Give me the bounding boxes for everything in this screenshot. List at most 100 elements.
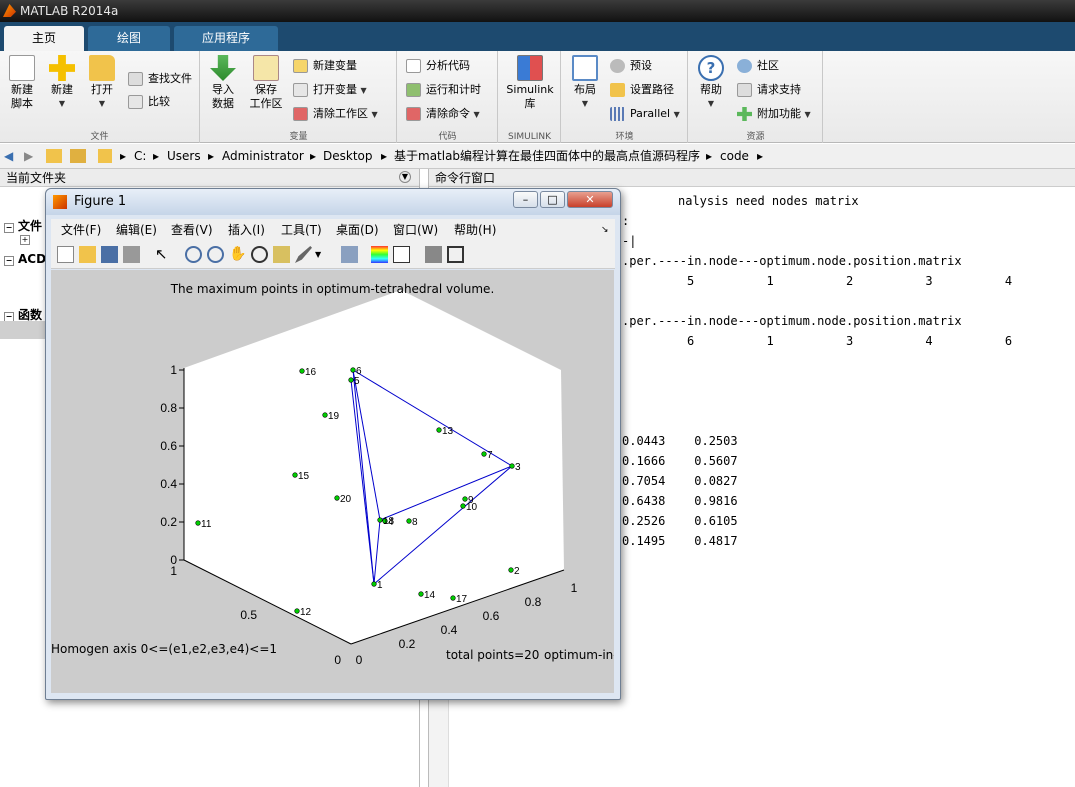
menu-help[interactable]: 帮助(H) bbox=[454, 219, 496, 241]
pointer-icon[interactable]: ↖ bbox=[155, 246, 172, 263]
import-data-button[interactable]: 导入 数据 bbox=[207, 55, 239, 111]
new-figure-icon[interactable] bbox=[57, 246, 74, 263]
close-button[interactable]: ✕ bbox=[567, 191, 613, 208]
clear-workspace-button[interactable]: 清除工作区 ▼ bbox=[293, 104, 378, 124]
simulink-library-button[interactable]: Simulink 库 bbox=[505, 55, 555, 111]
print-icon[interactable] bbox=[123, 246, 140, 263]
find-files-button[interactable]: 查找文件 bbox=[128, 69, 192, 89]
figure-canvas[interactable]: 1 3 4 5 6 7 8 9 10 11 12 13 14 15 16 17 18 19 20 2 0 0.2 0.4 0… bbox=[51, 270, 614, 693]
forward-arrow-icon[interactable]: ▶ bbox=[24, 144, 33, 169]
data-point bbox=[322, 412, 328, 418]
point-label: 17 bbox=[456, 594, 468, 605]
rotate-3d-icon[interactable] bbox=[251, 246, 268, 263]
link-plot-icon[interactable] bbox=[341, 246, 358, 263]
brush-icon[interactable] bbox=[295, 246, 312, 263]
save-icon[interactable] bbox=[101, 246, 118, 263]
prefs-label: 预设 bbox=[630, 59, 652, 72]
request-support-label: 请求支持 bbox=[757, 83, 801, 96]
point-label: 19 bbox=[328, 411, 340, 422]
gear-icon bbox=[610, 59, 625, 73]
tick-label: 1 bbox=[170, 564, 177, 578]
menu-file[interactable]: 文件(F) bbox=[61, 219, 101, 241]
data-point bbox=[294, 608, 300, 614]
hide-plot-tools-icon[interactable] bbox=[425, 246, 442, 263]
figure-window[interactable]: Figure 1 – □ ✕ 文件(F) 编辑(E) 查看(V) 插入(I) 工… bbox=[45, 188, 621, 700]
data-point bbox=[292, 472, 298, 478]
open-file-icon[interactable] bbox=[79, 246, 96, 263]
clear-commands-button[interactable]: 清除命令 ▼ bbox=[406, 104, 480, 124]
zoom-out-icon[interactable] bbox=[207, 246, 224, 263]
minimize-button[interactable]: – bbox=[513, 191, 538, 208]
menu-tools[interactable]: 工具(T) bbox=[281, 219, 322, 241]
new-button[interactable]: 新建 ▼ bbox=[46, 55, 78, 111]
breadcrumb-sep: ▸ bbox=[153, 149, 160, 163]
command-output-line: 6 1 3 4 6 bbox=[622, 334, 1013, 348]
tree-item-files[interactable]: − 文件 bbox=[4, 217, 42, 234]
legend-icon[interactable] bbox=[393, 246, 410, 263]
app-title-bar: MATLAB R2014a bbox=[0, 0, 1075, 22]
current-folder-title: 当前文件夹 bbox=[6, 171, 67, 185]
data-point bbox=[418, 591, 424, 597]
figure-title-bar[interactable]: Figure 1 – □ ✕ bbox=[46, 189, 620, 215]
menu-insert[interactable]: 插入(I) bbox=[228, 219, 265, 241]
pan-hand-icon[interactable]: ✋ bbox=[229, 246, 246, 263]
tab-apps[interactable]: 应用程序 bbox=[174, 26, 278, 51]
plot-title: The maximum points in optimum-tetrahedra… bbox=[170, 282, 495, 296]
preferences-button[interactable]: 预设 bbox=[610, 56, 652, 76]
run-and-time-button[interactable]: 运行和计时 bbox=[406, 80, 481, 100]
new-script-button[interactable]: 新建 脚本 bbox=[6, 55, 38, 111]
menu-view[interactable]: 查看(V) bbox=[171, 219, 213, 241]
command-output-line: 5 1 2 3 4 bbox=[622, 274, 1013, 288]
data-point bbox=[460, 503, 466, 509]
maximize-button[interactable]: □ bbox=[540, 191, 565, 208]
compare-button[interactable]: 比较 bbox=[128, 92, 170, 112]
colorbar-icon[interactable] bbox=[371, 246, 388, 263]
data-point bbox=[371, 581, 377, 587]
menu-edit[interactable]: 编辑(E) bbox=[116, 219, 157, 241]
dock-arrow-icon[interactable]: ↘ bbox=[601, 219, 609, 241]
file-group: 新建 脚本 新建 ▼ 打开 ▼ 查找文件 比较 文件 bbox=[0, 51, 200, 143]
eraser-icon bbox=[293, 107, 308, 121]
tree-item-acd[interactable]: − ACD bbox=[4, 252, 46, 266]
breadcrumb-item[interactable]: code bbox=[720, 144, 749, 169]
tab-home[interactable]: 主页 bbox=[4, 26, 84, 51]
breadcrumb-item[interactable]: Desktop bbox=[323, 144, 373, 169]
open-button[interactable]: 打开 ▼ bbox=[86, 55, 118, 111]
zoom-in-icon[interactable] bbox=[185, 246, 202, 263]
layout-button[interactable]: 布局 ▼ bbox=[568, 55, 602, 111]
collapse-icon[interactable]: − bbox=[4, 256, 14, 266]
analyze-code-button[interactable]: 分析代码 bbox=[406, 56, 470, 76]
breadcrumb-item[interactable]: 基于matlab编程计算在最佳四面体中的最高点值源码程序 bbox=[394, 144, 700, 169]
browse-folder-icon[interactable] bbox=[70, 149, 86, 163]
save-ws-label: 保存 工作区 bbox=[249, 83, 283, 110]
new-variable-icon bbox=[293, 59, 308, 73]
tick-label: 1 bbox=[571, 581, 578, 595]
set-path-button[interactable]: 设置路径 bbox=[610, 80, 674, 100]
request-support-button[interactable]: 请求支持 bbox=[737, 80, 801, 100]
new-variable-button[interactable]: 新建变量 bbox=[293, 56, 357, 76]
show-plot-tools-icon[interactable] bbox=[447, 246, 464, 263]
save-workspace-button[interactable]: 保存 工作区 bbox=[247, 55, 285, 111]
breadcrumb-item[interactable]: Users bbox=[167, 144, 201, 169]
menu-desktop[interactable]: 桌面(D) bbox=[336, 219, 379, 241]
breadcrumb-item[interactable]: Administrator bbox=[222, 144, 304, 169]
open-variable-button[interactable]: 打开变量 ▼ bbox=[293, 80, 367, 100]
data-cursor-icon[interactable] bbox=[273, 246, 290, 263]
pane-menu-icon[interactable]: ▼ bbox=[399, 171, 411, 183]
back-arrow-icon[interactable]: ◀ bbox=[4, 144, 13, 169]
parallel-button[interactable]: Parallel ▼ bbox=[610, 104, 680, 124]
menu-window[interactable]: 窗口(W) bbox=[393, 219, 438, 241]
data-point bbox=[462, 496, 468, 502]
tab-plots[interactable]: 绘图 bbox=[88, 26, 170, 51]
dropdown-arrow-icon[interactable]: ▼ bbox=[315, 246, 332, 263]
help-icon: ? bbox=[698, 55, 724, 81]
variable-group-name: 变量 bbox=[289, 132, 308, 142]
addons-button[interactable]: 附加功能 ▼ bbox=[737, 104, 811, 124]
collapse-icon[interactable]: − bbox=[4, 223, 14, 233]
up-folder-icon[interactable] bbox=[46, 149, 62, 163]
help-button[interactable]: ? 帮助 ▼ bbox=[697, 55, 725, 111]
expand-icon[interactable]: + bbox=[20, 235, 30, 245]
breadcrumb-item[interactable]: C: bbox=[134, 144, 146, 169]
community-button[interactable]: 社区 bbox=[737, 56, 779, 76]
plot-3d[interactable]: 1345678910111213141516171819202 00.20.40… bbox=[51, 270, 614, 693]
